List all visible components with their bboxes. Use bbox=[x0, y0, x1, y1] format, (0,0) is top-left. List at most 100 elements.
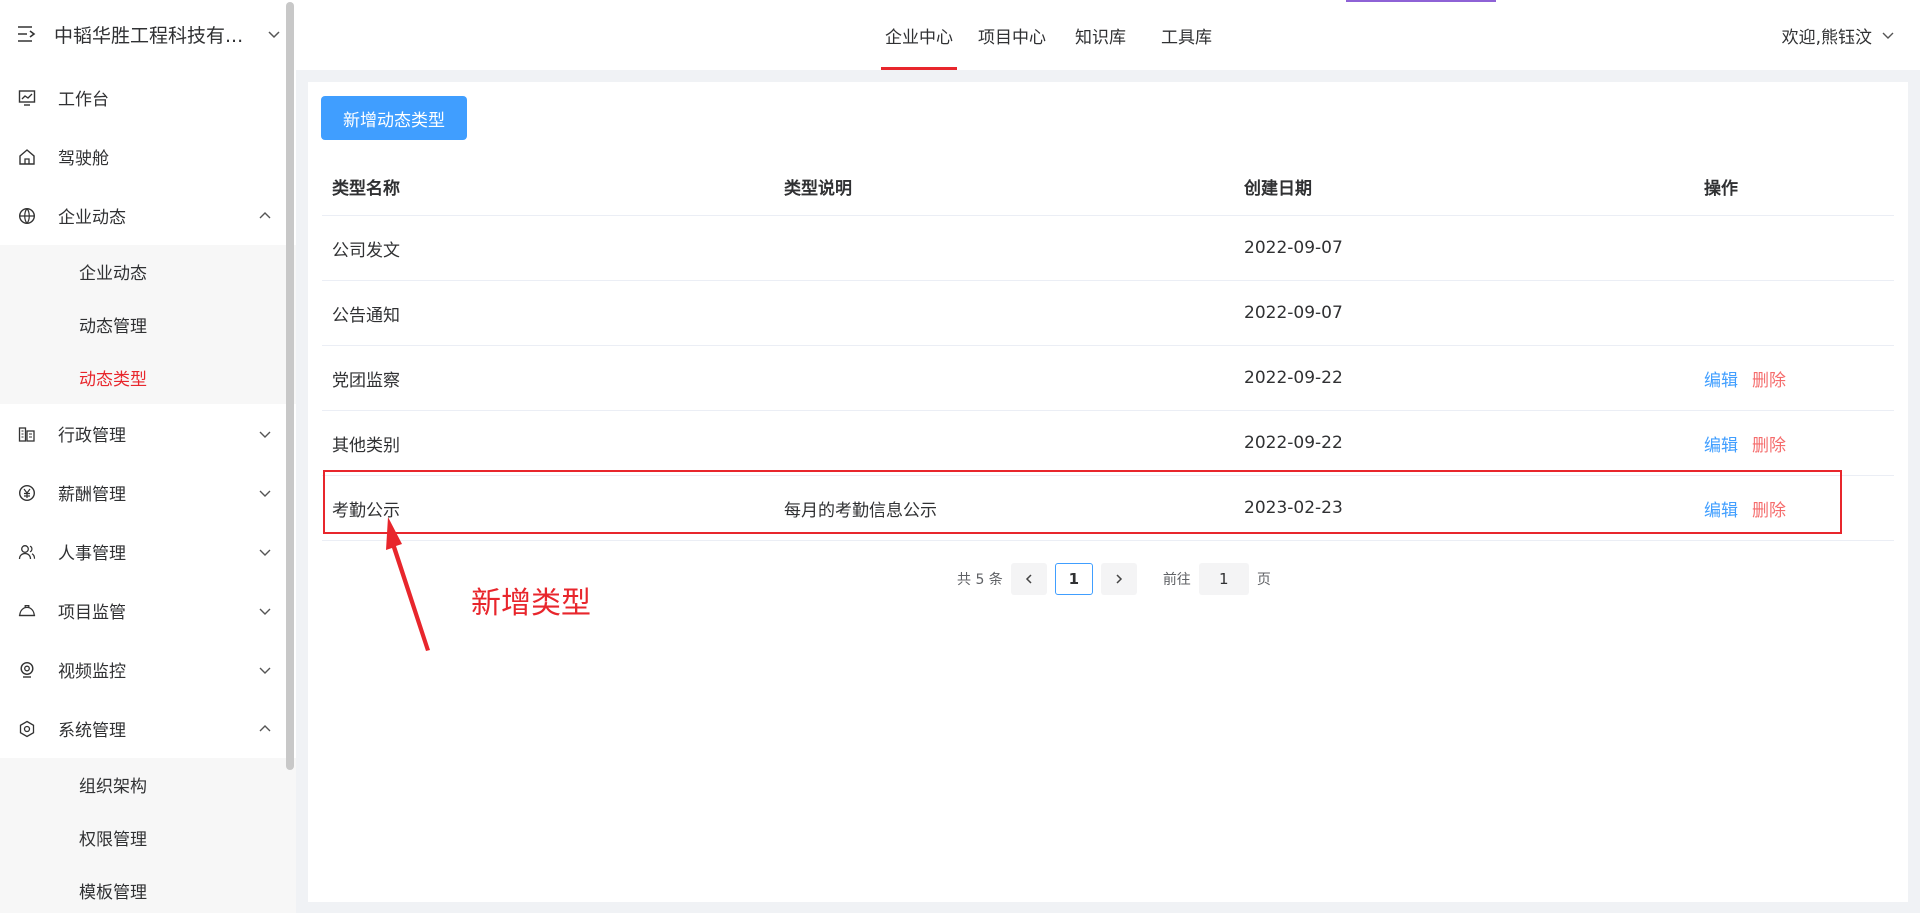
column-header: 类型名称 bbox=[332, 179, 400, 199]
top-accent-line bbox=[1346, 0, 1496, 2]
top-navbar: 企业中心 项目中心 知识库 工具库 欢迎,熊钰汶 bbox=[296, 0, 1920, 70]
type-name-cell: 公司发文 bbox=[332, 240, 400, 261]
menu-fold-icon[interactable] bbox=[16, 24, 38, 44]
home-icon bbox=[18, 148, 36, 166]
news-type-table: 类型名称 类型说明 创建日期 操作 公司发文 2022-09-07 公告通知 2… bbox=[322, 158, 1894, 541]
sidebar-item-label: 行政管理 bbox=[58, 426, 126, 446]
helmet-icon bbox=[18, 602, 36, 620]
table-header: 类型名称 类型说明 创建日期 操作 bbox=[322, 158, 1894, 216]
type-name-cell: 考勤公示 bbox=[332, 500, 400, 521]
created-date-cell: 2022-09-22 bbox=[1244, 433, 1343, 453]
settings-icon bbox=[18, 720, 36, 738]
sidebar-subitem-news-type[interactable]: 动态类型 bbox=[0, 351, 296, 404]
chevron-down-icon bbox=[258, 663, 272, 677]
sidebar-item-label: 视频监控 bbox=[58, 662, 126, 682]
created-date-cell: 2022-09-22 bbox=[1244, 368, 1343, 388]
chevron-down-icon[interactable] bbox=[266, 26, 282, 42]
sidebar-item-workbench[interactable]: 工作台 bbox=[0, 68, 296, 127]
tab-project-center[interactable]: 项目中心 bbox=[978, 0, 1046, 70]
globe-icon bbox=[18, 207, 36, 225]
sidebar-subitem-org[interactable]: 组织架构 bbox=[0, 758, 296, 811]
camera-icon bbox=[18, 661, 36, 679]
content-panel: 新增动态类型 类型名称 类型说明 创建日期 操作 公司发文 2022-09-07… bbox=[308, 82, 1908, 902]
user-menu[interactable]: 欢迎,熊钰汶 bbox=[1782, 0, 1896, 70]
created-date-cell: 2023-02-23 bbox=[1244, 498, 1343, 518]
chevron-left-icon bbox=[1025, 574, 1032, 584]
table-row: 考勤公示 每月的考勤信息公示 2023-02-23 编辑 删除 bbox=[322, 476, 1894, 541]
type-name-cell: 其他类别 bbox=[332, 435, 400, 456]
page-number-current[interactable]: 1 bbox=[1054, 563, 1093, 595]
type-desc-cell: 每月的考勤信息公示 bbox=[784, 500, 937, 521]
sidebar-item-label: 系统管理 bbox=[58, 721, 126, 741]
annotation-label: 新增类型 bbox=[471, 586, 591, 621]
delete-button[interactable]: 删除 bbox=[1752, 496, 1786, 521]
delete-button[interactable]: 删除 bbox=[1752, 431, 1786, 456]
prev-page-button[interactable] bbox=[1010, 563, 1047, 595]
chevron-up-icon bbox=[258, 209, 272, 223]
users-icon bbox=[18, 543, 36, 561]
sidebar-item-label: 驾驶舱 bbox=[58, 149, 109, 169]
sidebar-item-project-supervision[interactable]: 项目监管 bbox=[0, 581, 296, 640]
chevron-down-icon bbox=[1880, 27, 1896, 43]
table-row: 公司发文 2022-09-07 bbox=[322, 216, 1894, 281]
table-row: 其他类别 2022-09-22 编辑 删除 bbox=[322, 411, 1894, 476]
submenu-system: 组织架构 权限管理 模板管理 bbox=[0, 758, 296, 913]
tab-knowledge-base[interactable]: 知识库 bbox=[1075, 0, 1126, 70]
operations-cell: 编辑 删除 bbox=[1704, 366, 1894, 391]
sidebar-item-label: 项目监管 bbox=[58, 603, 126, 623]
sidebar-item-admin[interactable]: 行政管理 bbox=[0, 404, 296, 463]
sidebar-item-system[interactable]: 系统管理 bbox=[0, 699, 296, 758]
sidebar-item-video-monitor[interactable]: 视频监控 bbox=[0, 640, 296, 699]
column-header: 类型说明 bbox=[784, 179, 852, 199]
dashboard-icon bbox=[18, 89, 36, 107]
sidebar-subitem-permission[interactable]: 权限管理 bbox=[0, 811, 296, 864]
goto-label: 前往 bbox=[1162, 572, 1191, 588]
total-count: 共 5 条 bbox=[957, 572, 1003, 588]
sidebar-header: 中韬华胜工程科技有... bbox=[0, 0, 296, 68]
column-header: 操作 bbox=[1704, 179, 1738, 199]
sidebar-item-label: 人事管理 bbox=[58, 544, 126, 564]
welcome-text: 欢迎,熊钰汶 bbox=[1781, 27, 1872, 48]
edit-button[interactable]: 编辑 bbox=[1704, 496, 1738, 521]
pagination: 共 5 条 1 前往 页 bbox=[957, 563, 1271, 595]
tab-tool-library[interactable]: 工具库 bbox=[1161, 0, 1212, 70]
company-name[interactable]: 中韬华胜工程科技有... bbox=[54, 21, 266, 48]
add-news-type-button[interactable]: 新增动态类型 bbox=[321, 96, 467, 140]
sidebar-scrollbar[interactable] bbox=[286, 2, 294, 770]
sidebar-item-cockpit[interactable]: 驾驶舱 bbox=[0, 127, 296, 186]
sidebar-subitem-news-manage[interactable]: 动态管理 bbox=[0, 298, 296, 351]
tab-enterprise-center[interactable]: 企业中心 bbox=[881, 0, 957, 70]
goto-unit: 页 bbox=[1256, 572, 1271, 588]
sidebar-item-hr[interactable]: 人事管理 bbox=[0, 522, 296, 581]
sidebar-item-label: 企业动态 bbox=[58, 208, 126, 228]
building-icon bbox=[18, 425, 36, 443]
sidebar-item-salary[interactable]: 薪酬管理 bbox=[0, 463, 296, 522]
operations-cell: 编辑 删除 bbox=[1704, 431, 1894, 456]
table-row: 党团监察 2022-09-22 编辑 删除 bbox=[322, 346, 1894, 411]
chevron-down-icon bbox=[258, 545, 272, 559]
type-name-cell: 公告通知 bbox=[332, 305, 400, 326]
operations-cell: 编辑 删除 bbox=[1704, 496, 1894, 521]
table-row: 公告通知 2022-09-07 bbox=[322, 281, 1894, 346]
delete-button[interactable]: 删除 bbox=[1752, 366, 1786, 391]
created-date-cell: 2022-09-07 bbox=[1244, 238, 1343, 258]
submenu-enterprise-news: 企业动态 动态管理 动态类型 bbox=[0, 245, 296, 404]
edit-button[interactable]: 编辑 bbox=[1704, 431, 1738, 456]
sidebar-item-label: 薪酬管理 bbox=[58, 485, 126, 505]
sidebar-subitem-news[interactable]: 企业动态 bbox=[0, 245, 296, 298]
chevron-down-icon bbox=[258, 427, 272, 441]
column-header: 创建日期 bbox=[1244, 179, 1312, 199]
salary-icon bbox=[18, 484, 36, 502]
type-name-cell: 党团监察 bbox=[332, 370, 400, 391]
next-page-button[interactable] bbox=[1100, 563, 1137, 595]
sidebar: 中韬华胜工程科技有... 工作台 驾驶舱 企业动态 企业动态 动态管理 动态类型 bbox=[0, 0, 296, 913]
sidebar-subitem-template[interactable]: 模板管理 bbox=[0, 864, 296, 913]
goto-page-input[interactable] bbox=[1198, 563, 1249, 595]
chevron-right-icon bbox=[1116, 574, 1122, 584]
sidebar-item-label: 工作台 bbox=[58, 90, 109, 110]
chevron-up-icon bbox=[258, 722, 272, 736]
sidebar-item-enterprise-news[interactable]: 企业动态 bbox=[0, 186, 296, 245]
created-date-cell: 2022-09-07 bbox=[1244, 303, 1343, 323]
edit-button[interactable]: 编辑 bbox=[1704, 366, 1738, 391]
chevron-down-icon bbox=[258, 486, 272, 500]
